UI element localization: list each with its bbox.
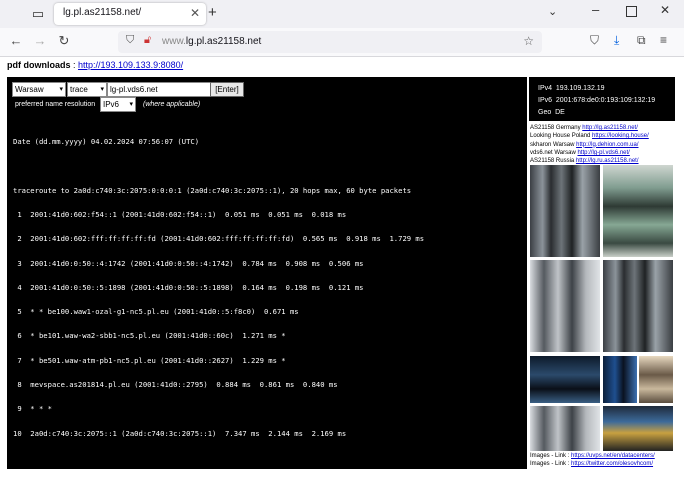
trace-line: 4 2001:41d0:0:50::5:1898 (2001:41d0:0:50… — [13, 282, 364, 292]
minimize-icon[interactable]: – — [592, 2, 599, 17]
site-link[interactable]: http://lg.ru.as21158.net/ — [576, 158, 639, 164]
ipv6-value: 2001:678:de0:0:193:109:132:19 — [555, 97, 656, 104]
side-panel: IPv4 193.109.132.19 IPv6 2001:678:de0:0:… — [529, 77, 675, 469]
trace-line: 6 * be101.waw-wa2-sbb1-nc5.pl.eu (2001:4… — [13, 331, 286, 341]
url-text[interactable]: www.lg.pl.as21158.net — [162, 36, 261, 47]
chevron-down-icon: ▾ — [100, 86, 104, 93]
url-prefix: www. — [162, 36, 186, 47]
close-icon[interactable]: ✕ — [190, 6, 200, 20]
tab-title: lg.pl.as21158.net/ — [63, 7, 142, 18]
list-item: vds6.net Warsaw http://lg-pl.vds6.net/ — [530, 149, 676, 157]
date-line: Date (dd.mm.yyyy) 04.02.2024 07:56:07 (U… — [13, 137, 200, 147]
images-link-line: Images - Link : https://twitter.com/oles… — [530, 461, 653, 467]
site-label: AS21158 Russia — [530, 158, 576, 165]
site-link[interactable]: https://looking.house/ — [592, 133, 649, 139]
datacenter-photo[interactable] — [530, 165, 600, 257]
site-label: AS21158 Germany — [530, 125, 583, 131]
url-bar[interactable]: ⛉ 🔓︎ www.lg.pl.as21158.net ☆ — [118, 31, 542, 53]
nav-bar: ← → ↻ ⛉ 🔓︎ www.lg.pl.as21158.net ☆ ⛉ ⤓ ⧉… — [0, 28, 684, 57]
pdf-downloads-link[interactable]: http://193.109.133.9:8080/ — [78, 60, 183, 70]
location-select[interactable]: Warsaw ▾ — [12, 82, 66, 97]
trace-line: traceroute to 2a0d:c740:3c:2075:0:0:0:1 … — [13, 185, 412, 195]
tab-bar: ▭ lg.pl.as21158.net/ ✕ + ⌄ – ✕ — [0, 0, 684, 28]
other-sites-list: AS21158 Germany http://lg.as21158.net/ L… — [530, 124, 676, 165]
images-link-label: Images - Link : — [530, 453, 572, 459]
datacenter-photo[interactable] — [603, 406, 673, 451]
datacenter-photo[interactable] — [603, 356, 637, 403]
images-link-label: Images - Link : — [530, 461, 572, 467]
server-info: IPv4 193.109.132.19 IPv6 2001:678:de0:0:… — [529, 77, 675, 121]
pdf-separator: : — [70, 60, 79, 70]
plus-icon[interactable]: + — [208, 4, 217, 21]
datacenter-photo[interactable] — [530, 260, 600, 352]
browser-tab[interactable]: lg.pl.as21158.net/ ✕ — [54, 3, 206, 25]
list-item: Looking House Poland https://looking.hou… — [530, 132, 676, 140]
datacenter-photo[interactable] — [603, 260, 673, 352]
images-link-line: Images - Link : https://uvps.net/en/data… — [530, 453, 655, 459]
looking-glass-terminal: Warsaw ▾ trace ▾ lg-pl.vds6.net [Enter] pr… — [7, 77, 527, 486]
command-value: trace — [70, 85, 88, 94]
ip-version-value: IPv6 — [103, 100, 120, 109]
trace-line: 7 * be501.waw-atm-pb1-nc5.pl.eu (2001:41… — [13, 355, 286, 365]
lock-icon[interactable]: 🔓︎ — [144, 34, 151, 47]
site-label: skharon Warsaw — [530, 141, 577, 148]
list-item: AS21158 Germany http://lg.as21158.net/ — [530, 124, 676, 132]
trace-line: 9 * * * — [13, 404, 52, 414]
trace-line: 3 2001:41d0:0:50::4:1742 (2001:41d0:0:50… — [13, 258, 364, 268]
datacenter-photo[interactable] — [639, 356, 673, 403]
trace-line: 1 2001:41d0:602:f54::1 (2001:41d0:602:f5… — [13, 210, 347, 220]
list-item: skharon Warsaw http://lg.dehion.com.ua/ — [530, 141, 676, 149]
target-input[interactable]: lg-pl.vds6.net — [107, 82, 211, 97]
trace-line: 8 mevspace.as201814.pl.eu (2001:41d0::27… — [13, 380, 338, 389]
site-link[interactable]: http://lg.as21158.net/ — [582, 125, 638, 131]
download-icon[interactable]: ⤓ — [614, 33, 619, 48]
maximize-icon[interactable] — [626, 6, 637, 17]
name-resolution-label: preferred name resolution — [15, 101, 96, 108]
location-value: Warsaw — [15, 85, 44, 94]
command-output: Date (dd.mm.yyyy) 04.02.2024 07:56:07 (U… — [13, 122, 523, 502]
trace-line: 2 2001:41d0:602:fff:ff:ff:ff:fd (2001:41… — [13, 234, 425, 244]
back-icon[interactable]: ← — [8, 33, 24, 48]
tab-overview-icon[interactable]: ▭ — [30, 6, 46, 22]
chevron-down-icon: ▾ — [129, 101, 133, 108]
reload-icon[interactable]: ↻ — [56, 33, 72, 49]
trace-line: 10 2a0d:c740:3c:2075::1 (2a0d:c740:3c:20… — [13, 428, 347, 438]
site-link[interactable]: http://lg.dehion.com.ua/ — [576, 142, 638, 148]
command-select[interactable]: trace ▾ — [67, 82, 107, 97]
shield-icon[interactable]: ⛉ — [126, 34, 134, 47]
geo-label: Geo — [538, 109, 552, 116]
ipv4-label: IPv4 — [538, 85, 553, 92]
datacenter-photo[interactable] — [530, 356, 600, 403]
url-domain: lg.pl.as21158.net — [185, 36, 262, 47]
enter-button[interactable]: [Enter] — [210, 82, 244, 97]
menu-icon[interactable]: ≡ — [660, 33, 667, 47]
datacenter-photo[interactable] — [530, 406, 600, 451]
pdf-downloads-line: pdf downloads : http://193.109.133.9:808… — [7, 60, 183, 70]
images-link[interactable]: https://uvps.net/en/datacenters/ — [571, 453, 655, 459]
chevron-down-icon: ▾ — [59, 86, 63, 93]
geo-value: DE — [555, 109, 565, 116]
pdf-downloads-label: pdf downloads — [7, 60, 71, 70]
trace-line: 5 * * be100.waw1-ozal-g1-nc5.pl.eu (2001… — [13, 307, 299, 317]
window-close-icon[interactable]: ✕ — [660, 3, 670, 17]
where-applicable-note: (where applicable) — [143, 101, 201, 108]
site-label: Looking House Poland — [530, 133, 593, 140]
ipv6-label: IPv6 — [538, 97, 553, 104]
pocket-icon[interactable]: ⛉ — [590, 33, 599, 48]
site-link[interactable]: http://lg-pl.vds6.net/ — [577, 150, 629, 156]
star-icon[interactable]: ☆ — [523, 34, 534, 48]
extensions-icon[interactable]: ⧉ — [637, 33, 646, 48]
images-link[interactable]: https://twitter.com/olesovhcom/ — [571, 461, 653, 467]
chevron-down-icon[interactable]: ⌄ — [548, 5, 557, 18]
forward-icon[interactable]: → — [32, 33, 48, 48]
completed-line: completed after 14 seconds — [13, 477, 126, 487]
ip-version-select[interactable]: IPv6 ▾ — [100, 97, 136, 112]
site-label: vds6.net Warsaw — [530, 149, 578, 156]
datacenter-photo[interactable] — [603, 165, 673, 257]
ipv4-value: 193.109.132.19 — [555, 85, 605, 92]
